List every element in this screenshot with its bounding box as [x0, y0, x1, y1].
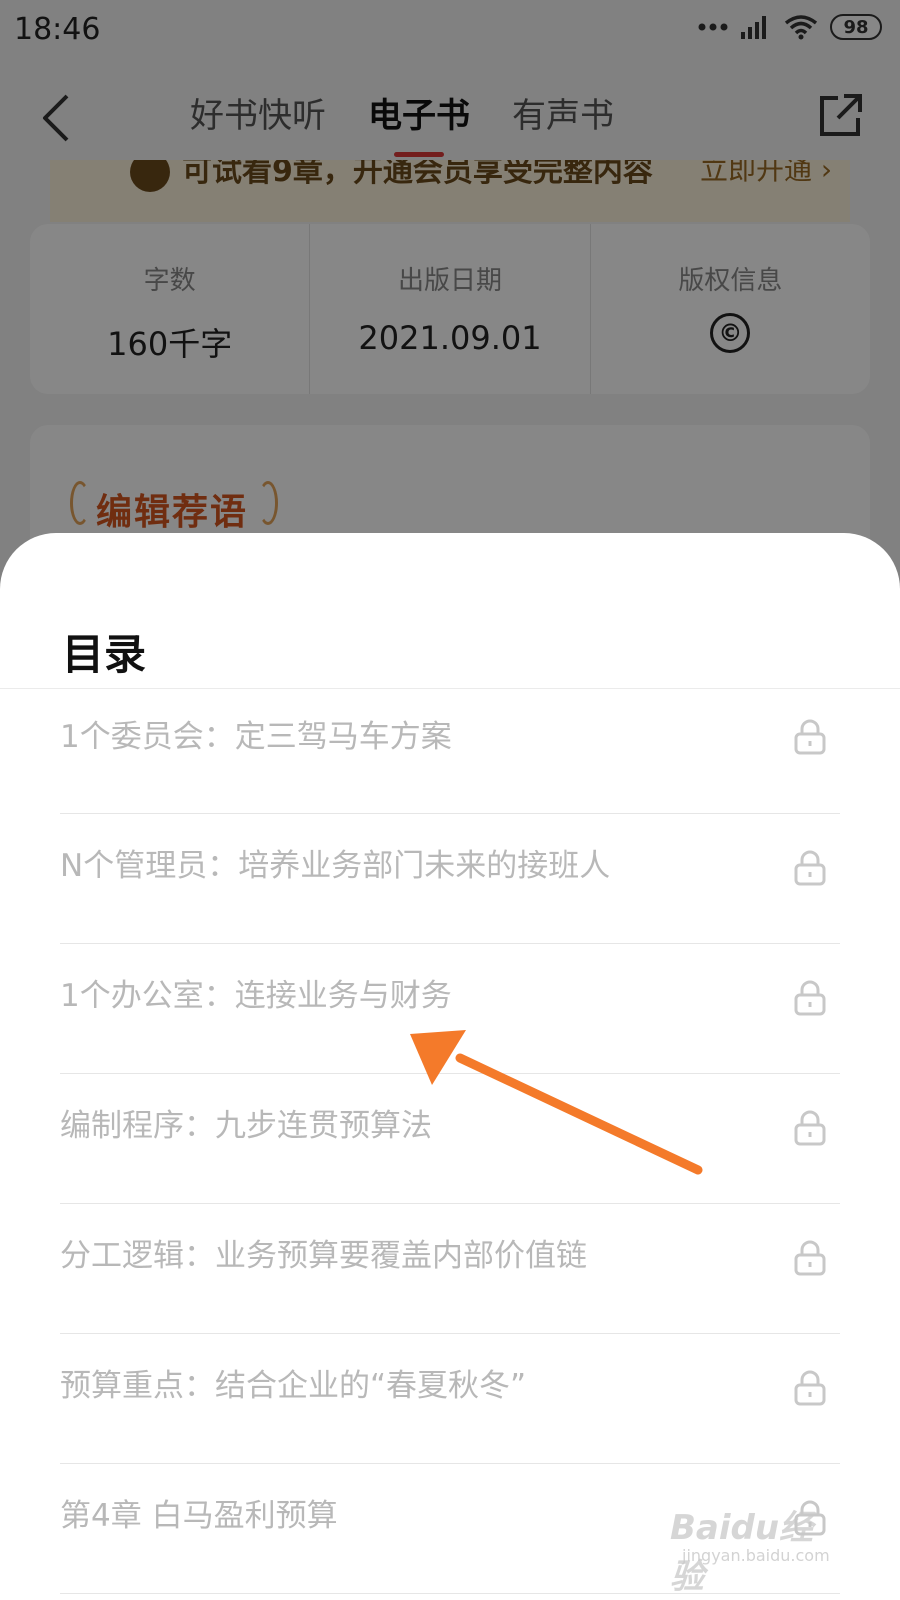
toc-item[interactable]: 预算重点：结合企业的“春夏秋冬” [60, 1334, 840, 1464]
toc-item[interactable]: 1个办公室：连接业务与财务 [60, 944, 840, 1074]
toc-bottom-sheet: 目录 1个委员会：定三驾马车方案 N个管理员：培养业务部门未来的接班人 1个办公… [0, 533, 900, 1600]
toc-item-label: 分工逻辑：业务预算要覆盖内部价值链 [60, 1238, 587, 1274]
lock-icon [794, 850, 826, 886]
toc-item[interactable]: 编制程序：九步连贯预算法 [60, 1074, 840, 1204]
lock-icon [794, 1370, 826, 1406]
toc-item-label: 预算重点：结合企业的“春夏秋冬” [60, 1368, 527, 1404]
toc-item[interactable]: 1个委员会：定三驾马车方案 [60, 689, 840, 814]
toc-item-label: 编制程序：九步连贯预算法 [60, 1108, 432, 1144]
toc-item[interactable]: 分工逻辑：业务预算要覆盖内部价值链 [60, 1204, 840, 1334]
watermark-url: jingyan.baidu.com [682, 1546, 830, 1565]
toc-item-label: N个管理员：培养业务部门未来的接班人 [60, 848, 611, 884]
lock-icon [794, 980, 826, 1016]
lock-icon [794, 1240, 826, 1276]
toc-title: 目录 [62, 630, 147, 679]
toc-item-label: 1个办公室：连接业务与财务 [60, 978, 452, 1014]
toc-list: 1个委员会：定三驾马车方案 N个管理员：培养业务部门未来的接班人 1个办公室：连… [60, 689, 840, 1594]
toc-item-label: 第4章 白马盈利预算 [60, 1498, 338, 1534]
toc-item[interactable]: N个管理员：培养业务部门未来的接班人 [60, 814, 840, 944]
lock-icon [794, 719, 826, 755]
toc-item-label: 1个委员会：定三驾马车方案 [60, 719, 452, 755]
lock-icon [794, 1110, 826, 1146]
baidu-watermark: Baidu经验 jingyan.baidu.com [670, 1500, 840, 1597]
